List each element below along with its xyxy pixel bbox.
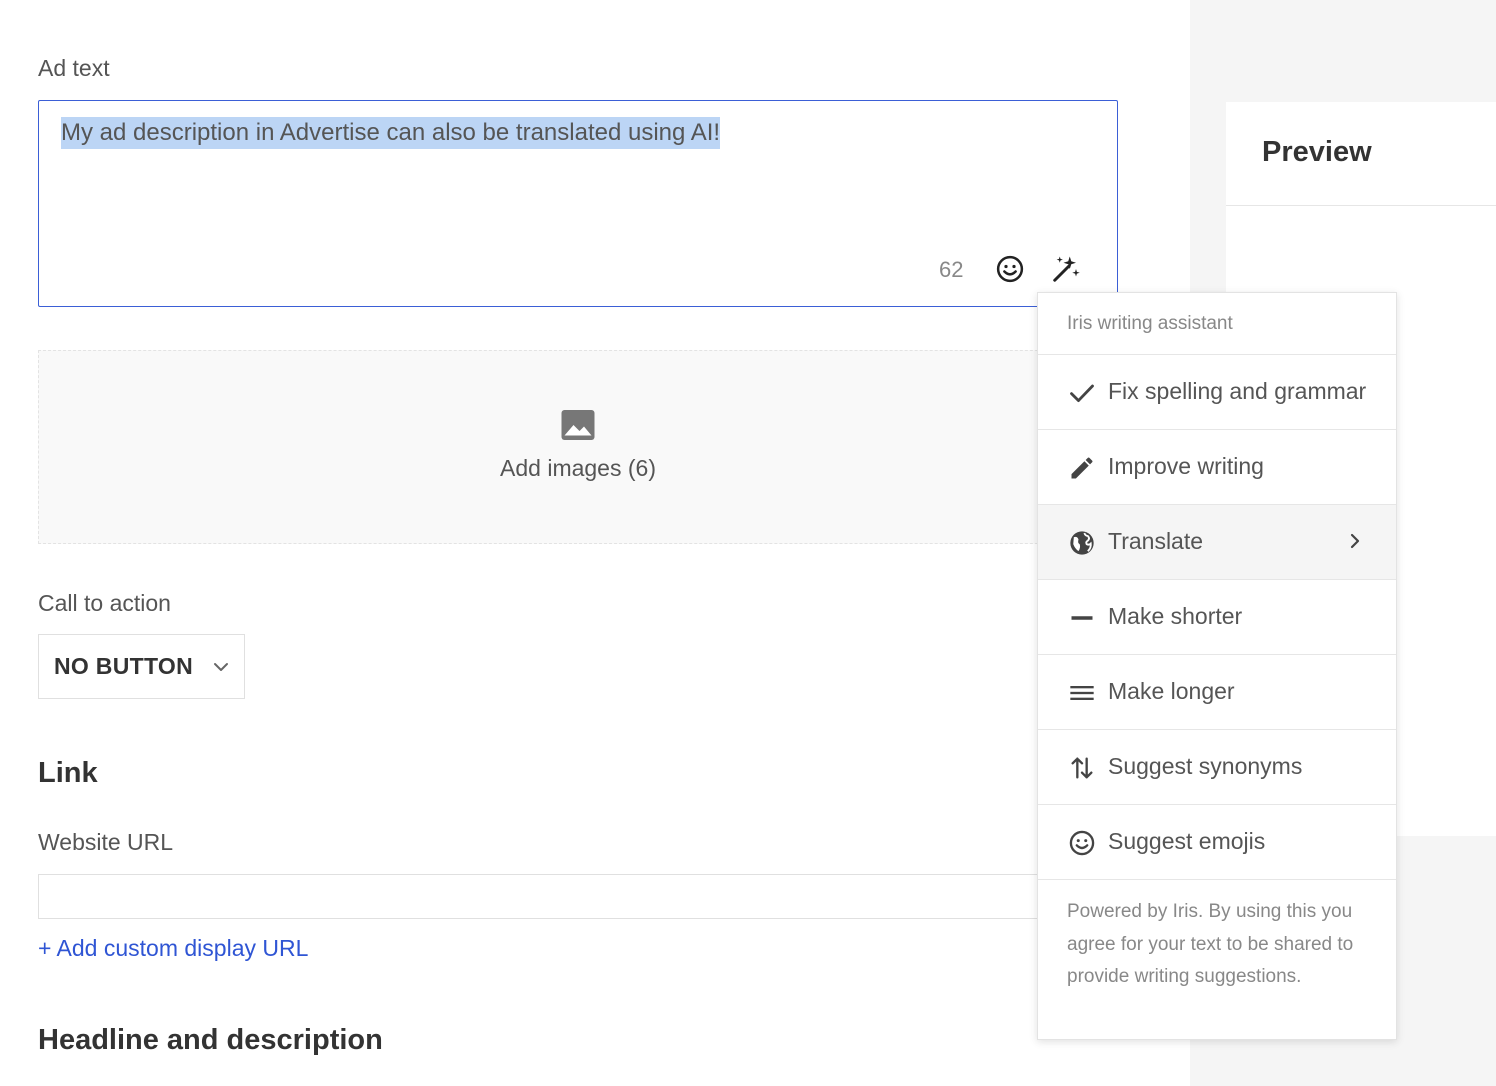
swap-arrows-icon: [1071, 757, 1093, 779]
cta-selected-value: NO BUTTON: [54, 653, 193, 679]
menu-item-label: Fix spelling and grammar: [1108, 378, 1367, 404]
ad-text-input[interactable]: My ad description in Advertise can also …: [38, 100, 1118, 307]
ad-text-value[interactable]: My ad description in Advertise can also …: [61, 117, 721, 149]
cta-label: Call to action: [38, 590, 171, 616]
add-images-label: Add images (6): [500, 455, 656, 481]
menu-item-label: Improve writing: [1108, 453, 1264, 479]
link-heading: Link: [38, 757, 98, 789]
menu-header: Iris writing assistant: [1038, 293, 1396, 355]
menu-title: Iris writing assistant: [1067, 313, 1233, 334]
menu-item-suggest-synonyms[interactable]: Suggest synonyms: [1038, 730, 1396, 805]
globe-icon: [1070, 531, 1094, 555]
menu-item-improve-writing[interactable]: Improve writing: [1038, 430, 1396, 505]
menu-item-label: Suggest synonyms: [1108, 753, 1303, 779]
website-url-input[interactable]: [38, 874, 1118, 919]
preview-title: Preview: [1262, 136, 1372, 168]
menu-item-fix-spelling[interactable]: Fix spelling and grammar: [1038, 355, 1396, 430]
char-count: 62: [939, 257, 964, 282]
menu-item-label: Make longer: [1108, 678, 1235, 704]
preview-divider: [1226, 205, 1496, 206]
menu-item-label: Make shorter: [1108, 603, 1243, 629]
menu-item-translate[interactable]: Translate: [1038, 505, 1396, 580]
cta-dropdown[interactable]: NO BUTTON: [38, 634, 245, 699]
lines-icon: [1070, 686, 1094, 700]
add-images-dropzone[interactable]: Add images (6): [38, 350, 1118, 544]
menu-item-suggest-emojis[interactable]: Suggest emojis: [1038, 805, 1396, 880]
minus-icon: [1071, 616, 1093, 620]
chevron-down-icon: [214, 663, 228, 671]
writing-assistant-menu: Iris writing assistant Fix spelling and …: [1037, 292, 1397, 1040]
smiley-icon[interactable]: [995, 254, 1025, 284]
menu-item-label: Translate: [1108, 528, 1204, 554]
pencil-icon: [1071, 457, 1093, 479]
menu-item-label: Suggest emojis: [1108, 828, 1266, 854]
ad-text-label: Ad text: [38, 55, 110, 81]
menu-item-make-shorter[interactable]: Make shorter: [1038, 580, 1396, 655]
add-custom-url-link[interactable]: + Add custom display URL: [38, 935, 308, 962]
image-icon: [561, 410, 595, 440]
menu-item-make-longer[interactable]: Make longer: [1038, 655, 1396, 730]
chevron-right-icon: [1350, 533, 1360, 549]
menu-footer-disclaimer: Powered by Iris. By using this you agree…: [1067, 901, 1354, 987]
website-url-label: Website URL: [38, 829, 174, 855]
headline-description-heading: Headline and description: [38, 1024, 383, 1056]
magic-wand-icon[interactable]: [1051, 254, 1081, 284]
smiley-icon: [1069, 830, 1095, 856]
check-icon: [1070, 384, 1094, 402]
